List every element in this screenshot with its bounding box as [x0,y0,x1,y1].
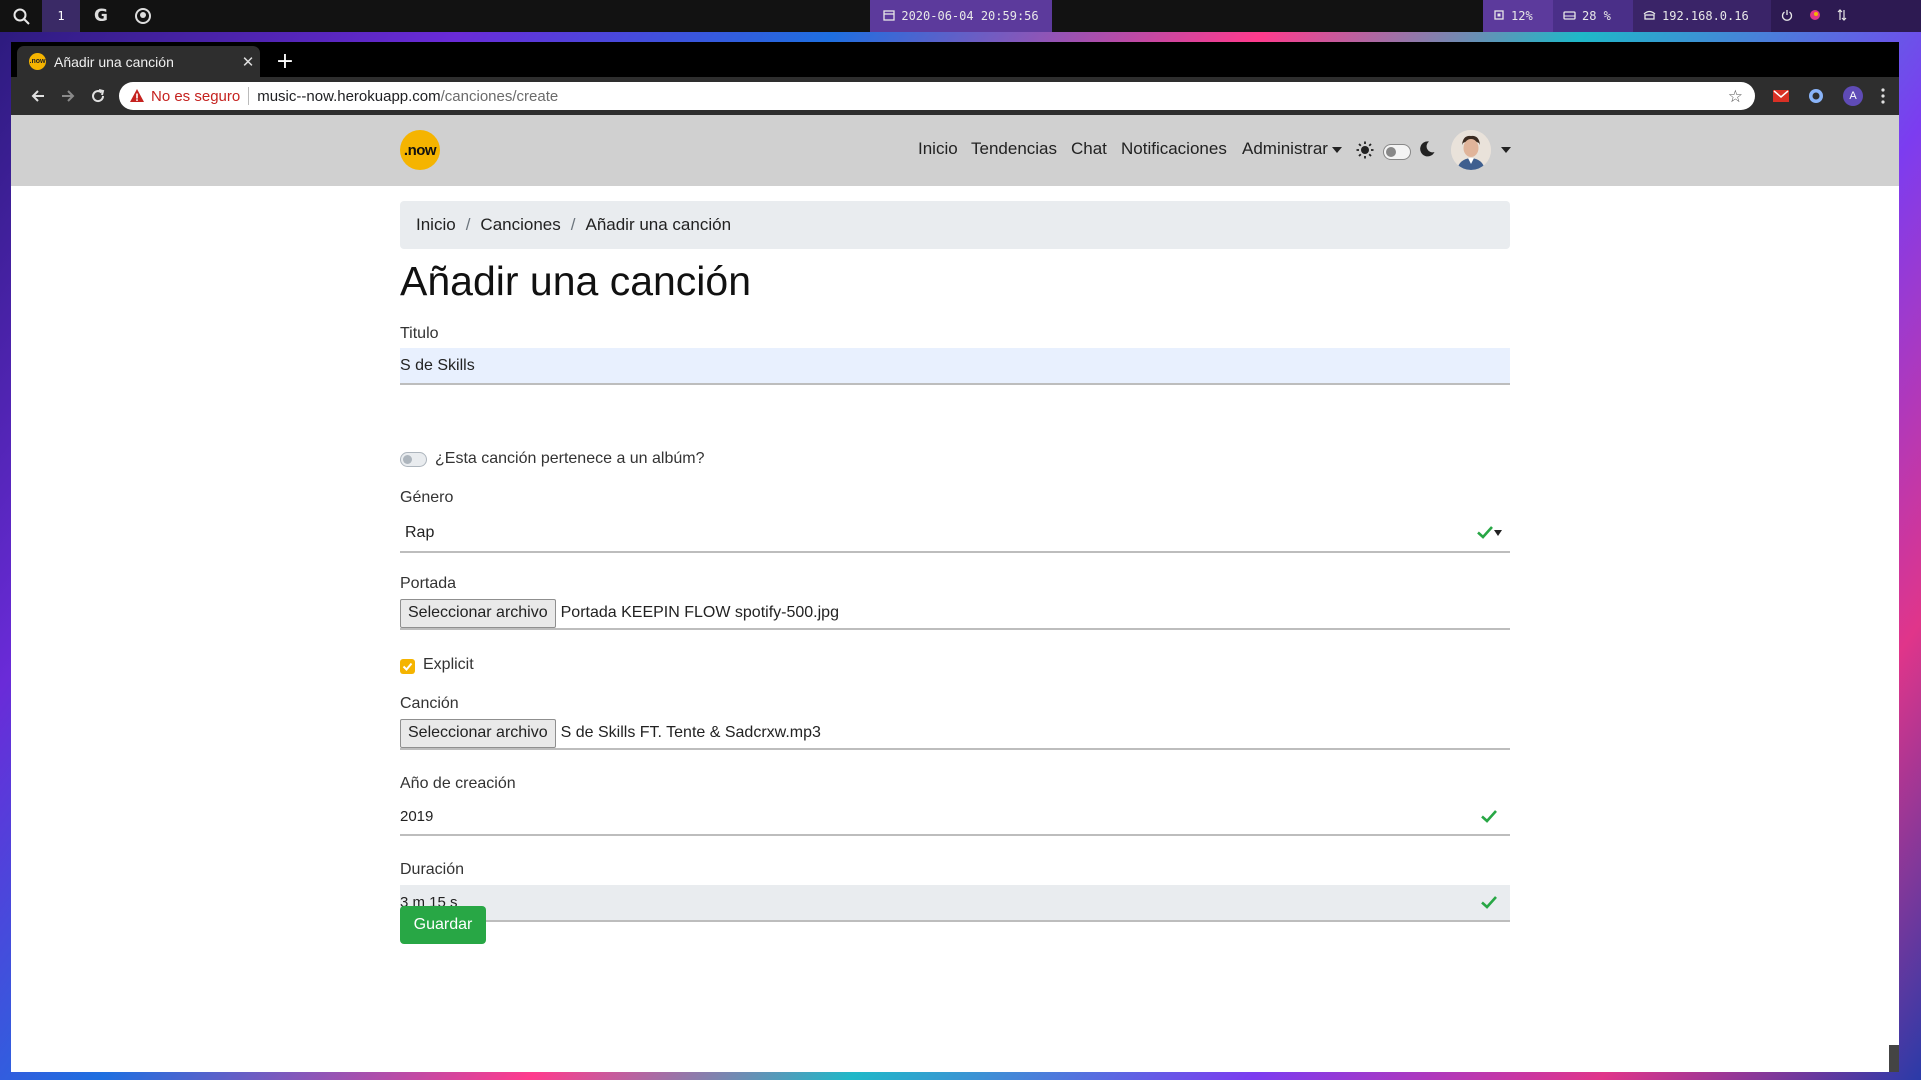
cpu-text: 12% [1511,9,1533,23]
admin-label: Administrar [1242,139,1328,158]
ip-text: 192.168.0.16 [1662,9,1749,23]
tab-strip: .now Añadir una canción ✕ + [11,42,1899,77]
nav-dropdown-administrar[interactable]: Administrar [1242,139,1342,159]
profile-icon[interactable]: A [1843,86,1863,106]
title-label: Titulo [400,325,439,342]
song-label: Canción [400,695,459,712]
nav-link-notificaciones[interactable]: Notificaciones [1121,139,1227,159]
browser-window: .now Añadir una canción ✕ + No es seguro… [11,42,1899,1072]
check-icon [1476,523,1494,541]
menu-kebab-icon[interactable] [1873,86,1893,106]
disk-text: 28 % [1582,9,1611,23]
chevron-down-icon [1331,146,1342,153]
back-icon[interactable] [23,77,53,115]
chevron-down-icon [1494,530,1502,536]
genre-select[interactable]: Rap [400,515,1510,553]
theme-toggle[interactable] [1383,144,1411,160]
song-file-name: S de Skills FT. Tente & Sadcrxw.mp3 [560,724,821,741]
page-title: Añadir una canción [400,258,752,304]
nav-link-tendencias[interactable]: Tendencias [971,139,1057,159]
forward-icon[interactable] [53,77,83,115]
datetime-widget: 2020-06-04 20:59:56 [870,0,1052,32]
moon-icon [1418,140,1436,158]
site-logo[interactable]: .now [400,130,440,170]
check-icon [1480,893,1498,911]
genre-select-value: Rap [405,524,435,541]
datetime-text: 2020-06-04 20:59:56 [901,9,1039,23]
network-widget: 192.168.0.16 [1633,0,1771,32]
breadcrumb-canciones[interactable]: Canciones [480,215,560,235]
scrollbar-thumb[interactable] [1889,1045,1899,1072]
breadcrumb-inicio[interactable]: Inicio [416,215,456,235]
year-input[interactable]: 2019 [400,799,1510,836]
system-bar: 1 G 2020-06-04 20:59:56 12% 28 % 192.168… [0,0,1921,32]
explicit-label[interactable]: Explicit [423,656,474,674]
page-content: .now Inicio Tendencias Chat Notificacion… [11,115,1899,1072]
breadcrumb-separator: / [570,215,576,234]
nav-link-inicio[interactable]: Inicio [918,139,958,159]
gmail-extension-icon[interactable] [1771,86,1791,106]
duration-input[interactable]: 3 m 15 s [400,885,1510,922]
song-file-button[interactable]: Seleccionar archivo [400,718,556,748]
switch-knob [403,455,412,464]
extension-icon[interactable] [1806,86,1826,106]
genre-label: Género [400,489,454,506]
address-bar[interactable]: No es seguro music--now.herokuapp.com/ca… [119,82,1755,110]
workspace-indicator[interactable]: 1 [42,0,80,32]
search-icon[interactable] [0,0,42,32]
calendar-icon [883,9,896,24]
url-host: music--now.herokuapp.com [257,87,441,105]
insecure-label[interactable]: No es seguro [151,88,240,105]
power-icon[interactable] [1781,9,1793,24]
reload-icon[interactable] [83,77,113,115]
tab-title: Añadir una canción [54,53,174,70]
title-input-value: S de Skills [400,356,475,374]
check-icon [1480,807,1498,825]
tab-favicon: .now [29,53,46,70]
cover-file-name: Portada KEEPIN FLOW spotify-500.jpg [560,604,839,621]
github-icon[interactable] [122,0,164,32]
warning-icon [129,88,145,104]
disk-icon [1563,9,1576,23]
avatar-dropdown-icon[interactable] [1501,147,1511,153]
close-icon[interactable]: ✕ [236,53,260,71]
cover-file-input[interactable]: Seleccionar archivo Portada KEEPIN FLOW … [400,598,1510,630]
bookmark-star-icon[interactable]: ☆ [1728,87,1743,107]
cover-file-button[interactable]: Seleccionar archivo [400,598,556,628]
url-path: /canciones/create [440,87,559,105]
explicit-checkbox[interactable] [400,659,415,674]
cpu-icon [1493,9,1505,24]
breadcrumb-current: Añadir una canción [585,215,732,234]
save-button[interactable]: Guardar [400,906,486,944]
year-label: Año de creación [400,775,516,792]
nav-link-chat[interactable]: Chat [1071,139,1107,159]
year-input-value: 2019 [400,808,434,825]
tray-app-icon[interactable] [1809,9,1821,24]
breadcrumb: Inicio / Canciones / Añadir una canción [400,201,1510,249]
network-icon [1643,9,1656,23]
album-switch-label[interactable]: ¿Esta canción pertenece a un albúm? [435,450,705,468]
duration-label: Duración [400,861,465,878]
song-file-input[interactable]: Seleccionar archivo S de Skills FT. Tent… [400,718,1510,750]
checkmark-icon [402,662,413,671]
toggle-knob [1386,147,1396,157]
browser-tab[interactable]: .now Añadir una canción ✕ [17,46,260,77]
breadcrumb-separator: / [465,215,471,234]
title-input[interactable]: S de Skills [400,348,1510,385]
new-tab-icon[interactable]: + [270,46,300,76]
profile-initial: A [1843,86,1863,106]
cover-label: Portada [400,575,457,592]
browser-toolbar: No es seguro music--now.herokuapp.com/ca… [11,77,1899,115]
sun-icon [1356,141,1374,159]
google-icon[interactable]: G [80,0,122,32]
avatar[interactable] [1451,130,1491,170]
disk-widget: 28 % [1553,0,1633,32]
site-navbar: .now Inicio Tendencias Chat Notificacion… [11,115,1899,186]
tray-area [1771,0,1921,32]
cpu-widget: 12% [1483,0,1553,32]
omnibox-divider [248,87,250,105]
network-arrows-icon[interactable] [1837,8,1847,24]
album-switch[interactable] [400,452,427,467]
